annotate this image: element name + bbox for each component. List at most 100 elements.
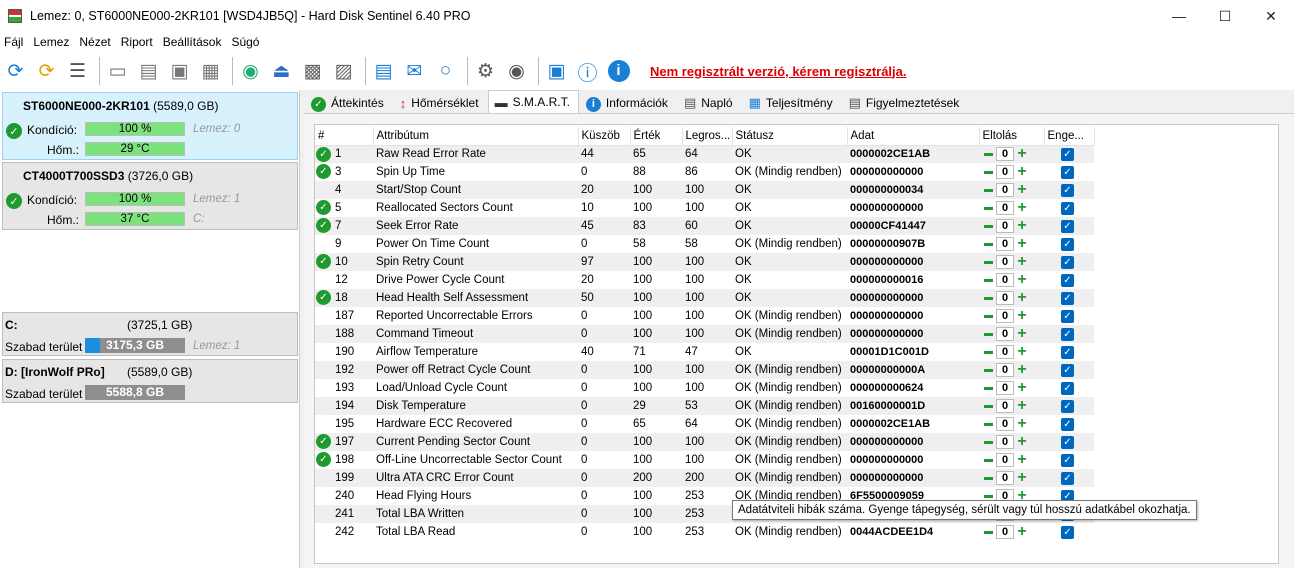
plus-button[interactable]: + (1016, 434, 1028, 450)
minus-button[interactable] (982, 166, 994, 178)
table-row[interactable]: ✓ 7 Seek Error Rate 45 83 60 OK 00000CF41447 0 + ✓ (315, 217, 1094, 235)
network-icon[interactable]: ○ (432, 56, 459, 86)
minus-button[interactable] (982, 364, 994, 376)
column-header[interactable]: Legros... (682, 127, 733, 146)
offset-value[interactable]: 0 (996, 363, 1014, 377)
plus-button[interactable]: + (1016, 290, 1028, 306)
minus-button[interactable] (982, 346, 994, 358)
menu-file[interactable]: Fájl (0, 35, 28, 49)
plus-button[interactable]: + (1016, 200, 1028, 216)
offset-value[interactable]: 0 (996, 147, 1014, 162)
enable-checkbox[interactable]: ✓ (1061, 525, 1074, 539)
sound-icon[interactable]: ◉ (503, 56, 530, 86)
table-row[interactable]: 4 Start/Stop Count 20 100 100 OK 000000000034 0… (315, 181, 1094, 199)
minimize-button[interactable]: — (1156, 0, 1202, 32)
enable-checkbox[interactable]: ✓ (1061, 291, 1074, 305)
table-row[interactable]: 190 Airflow Temperature 40 71 47 OK 00001D1C00… (315, 343, 1094, 361)
table-row[interactable]: ✓ 10 Spin Retry Count 97 100 100 OK 00000000000… (315, 253, 1094, 271)
report-icon[interactable]: ▤ (370, 56, 397, 86)
disk-card-0[interactable]: ST6000NE000-2KR101 (5589,0 GB) ✓ Kondíci… (2, 92, 298, 160)
disk-test-icon[interactable]: ▭ (104, 56, 131, 86)
minus-button[interactable] (982, 256, 994, 268)
column-header[interactable]: Státusz (732, 127, 848, 146)
disk-ok-icon[interactable]: ▣ (166, 56, 193, 86)
minus-button[interactable] (982, 472, 994, 484)
enable-checkbox[interactable]: ✓ (1061, 237, 1074, 251)
menu-settings[interactable]: Beállítások (158, 35, 227, 49)
close-button[interactable]: ✕ (1248, 0, 1294, 32)
enable-checkbox[interactable]: ✓ (1061, 471, 1074, 485)
info-icon[interactable]: i (605, 56, 632, 86)
table-row[interactable]: 192 Power off Retract Cycle Count 0 100 100 O… (315, 361, 1094, 379)
menu-report[interactable]: Riport (116, 35, 158, 49)
tab-smart[interactable]: ▬ S.M.A.R.T. (487, 90, 579, 114)
tab-info[interactable]: i Információk (579, 92, 677, 114)
plus-button[interactable]: + (1016, 308, 1028, 324)
offset-value[interactable]: 0 (996, 291, 1014, 305)
plus-button[interactable]: + (1016, 380, 1028, 396)
column-header[interactable]: Adat (847, 127, 980, 146)
enable-checkbox[interactable]: ✓ (1061, 147, 1074, 161)
table-row[interactable]: 188 Command Timeout 0 100 100 OK (Mindig rend… (315, 325, 1094, 343)
offset-value[interactable]: 0 (996, 201, 1014, 215)
enable-checkbox[interactable]: ✓ (1061, 255, 1074, 269)
table-row[interactable]: 195 Hardware ECC Recovered 0 65 64 OK (Mindig… (315, 415, 1094, 433)
offset-value[interactable]: 0 (996, 309, 1014, 323)
enable-checkbox[interactable]: ✓ (1061, 327, 1074, 341)
offset-value[interactable]: 0 (996, 273, 1014, 287)
offset-value[interactable]: 0 (996, 219, 1014, 233)
offset-value[interactable]: 0 (996, 435, 1014, 449)
enable-checkbox[interactable]: ✓ (1061, 219, 1074, 233)
offset-value[interactable]: 0 (996, 345, 1014, 359)
enable-checkbox[interactable]: ✓ (1061, 381, 1074, 395)
offset-value[interactable]: 0 (996, 399, 1014, 413)
table-row[interactable]: ✓ 5 Reallocated Sectors Count 10 100 100 OK 000… (315, 199, 1094, 217)
volume-card-c[interactable]: C: (3725,1 GB) Szabad terület 3175,3 GB … (2, 312, 298, 356)
enable-checkbox[interactable]: ✓ (1061, 453, 1074, 467)
plus-button[interactable]: + (1016, 326, 1028, 342)
screenshot-icon[interactable]: ▣ (543, 56, 570, 86)
minus-button[interactable] (982, 436, 994, 448)
table-row[interactable]: ✓ 197 Current Pending Sector Count 0 100 100 O… (315, 433, 1094, 451)
offset-value[interactable]: 0 (996, 183, 1014, 197)
column-header[interactable]: Attribútum (373, 127, 579, 146)
plus-button[interactable]: + (1016, 398, 1028, 414)
offset-value[interactable]: 0 (996, 327, 1014, 341)
enable-checkbox[interactable]: ✓ (1061, 399, 1074, 413)
enable-checkbox[interactable]: ✓ (1061, 273, 1074, 287)
table-row[interactable]: 194 Disk Temperature 0 29 53 OK (Mindig rendb… (315, 397, 1094, 415)
enable-checkbox[interactable]: ✓ (1061, 363, 1074, 377)
gear-icon[interactable]: ⚙ (472, 56, 499, 86)
register-link[interactable]: Nem regisztrált verzió, kérem regisztrál… (650, 64, 907, 79)
plus-button[interactable]: + (1016, 236, 1028, 252)
plus-button[interactable]: + (1016, 254, 1028, 270)
column-header[interactable]: Küszöb (578, 127, 631, 146)
minus-button[interactable] (982, 238, 994, 250)
refresh-all-icon[interactable]: ⟳ (33, 56, 60, 86)
minus-button[interactable] (982, 292, 994, 304)
table-row[interactable]: ✓ 18 Head Health Self Assessment 50 100 100 OK… (315, 289, 1094, 307)
plus-button[interactable]: + (1016, 416, 1028, 432)
plus-button[interactable]: + (1016, 344, 1028, 360)
offset-value[interactable]: 0 (996, 417, 1014, 431)
enable-checkbox[interactable]: ✓ (1061, 417, 1074, 431)
enable-checkbox[interactable]: ✓ (1061, 435, 1074, 449)
menu-help[interactable]: Súgó (226, 35, 264, 49)
disk-search-icon[interactable]: ▦ (197, 56, 224, 86)
disk-move-icon[interactable]: ▩ (299, 56, 326, 86)
eject-icon[interactable]: ⏏ (268, 56, 295, 86)
offset-value[interactable]: 0 (996, 165, 1014, 179)
minus-button[interactable] (982, 202, 994, 214)
offset-value[interactable]: 0 (996, 525, 1014, 539)
plus-button[interactable]: + (1016, 362, 1028, 378)
enable-checkbox[interactable]: ✓ (1061, 309, 1074, 323)
tab-temperature[interactable]: ↕ Hőmérséklet (393, 92, 488, 114)
minus-button[interactable] (982, 454, 994, 466)
column-header[interactable]: Enge... (1044, 127, 1095, 146)
minus-button[interactable] (982, 220, 994, 232)
minus-button[interactable] (982, 148, 994, 160)
tab-alerts[interactable]: ▤ Figyelmeztetések (842, 92, 969, 114)
tab-overview[interactable]: ✓ Áttekintés (304, 92, 393, 114)
table-row[interactable]: 12 Drive Power Cycle Count 20 100 100 OK 00000… (315, 271, 1094, 289)
minus-button[interactable] (982, 382, 994, 394)
